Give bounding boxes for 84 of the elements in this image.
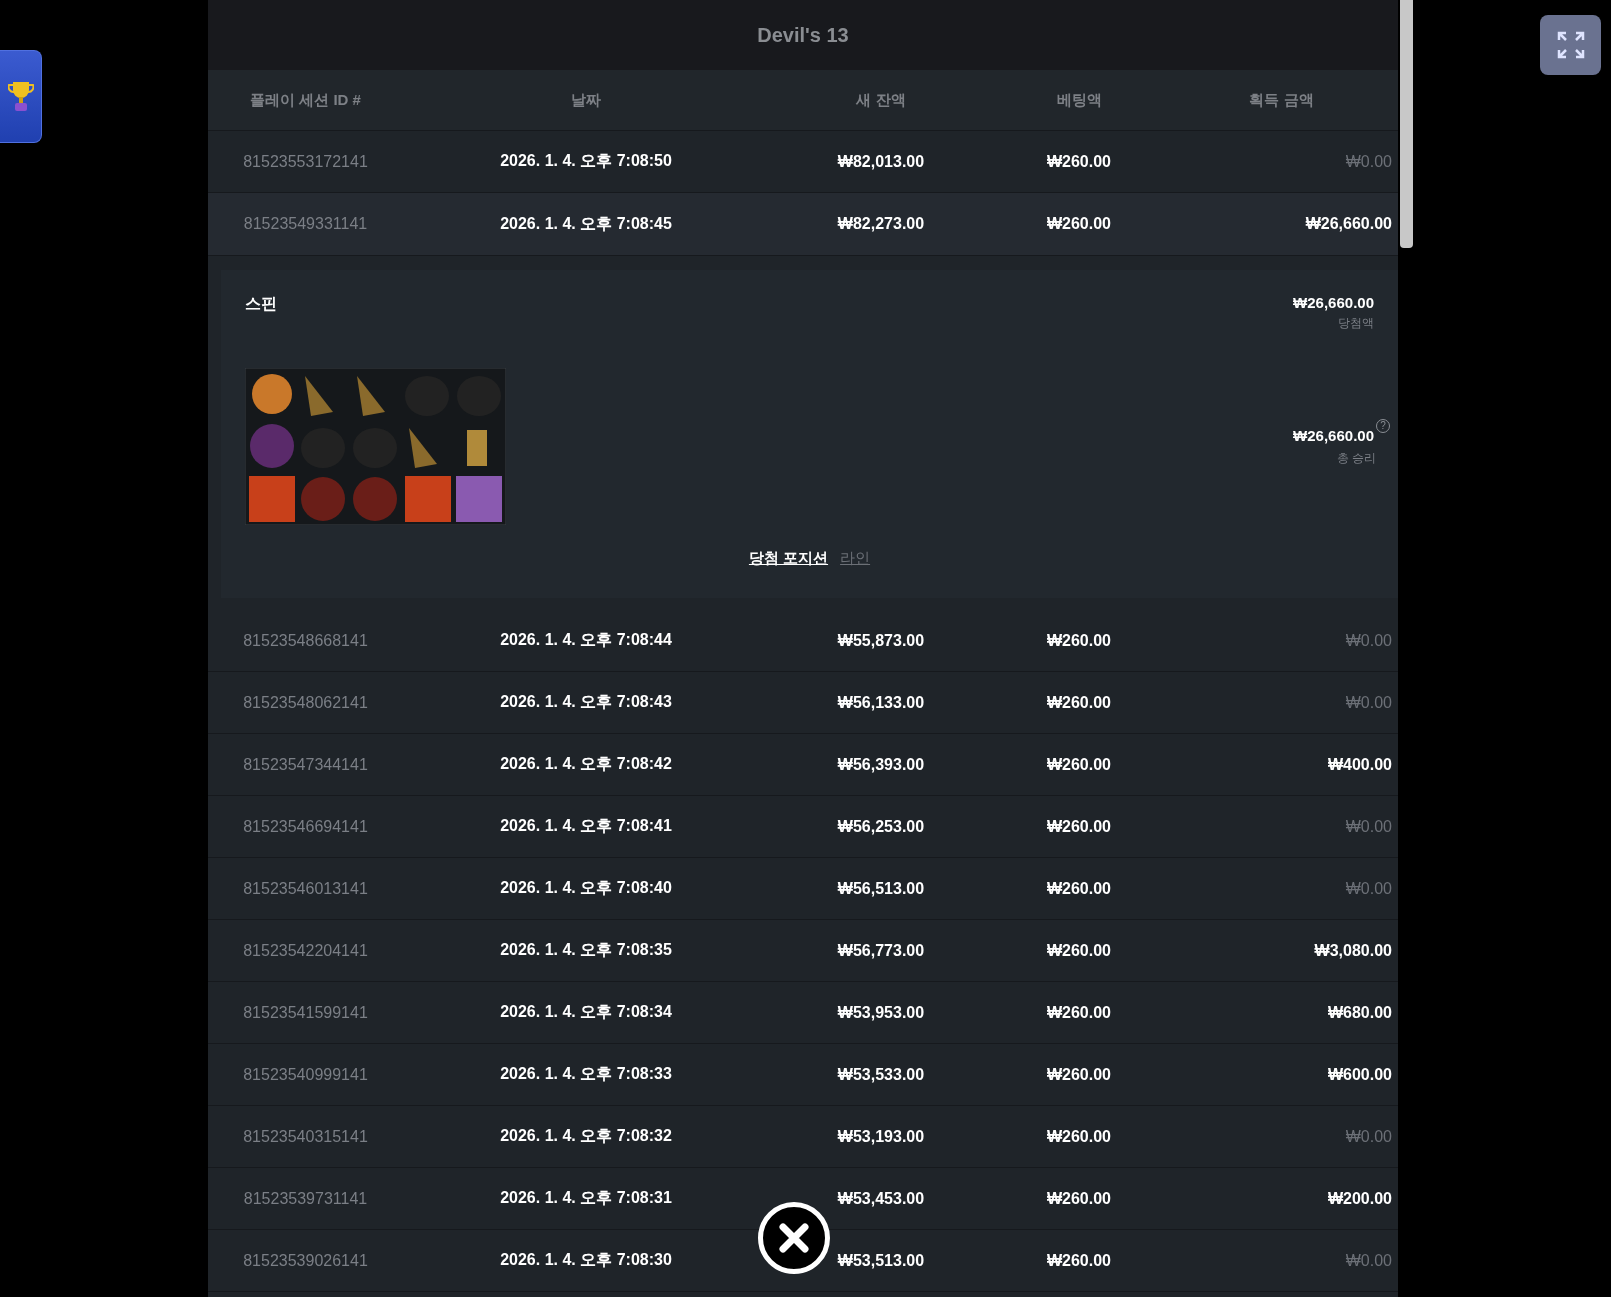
win-cell: ₩0.00	[1345, 631, 1392, 649]
window-title: Devil's 13	[757, 23, 849, 47]
session-id: 81523540315141	[243, 1127, 368, 1145]
balance-cell: ₩53,453.00	[837, 1189, 925, 1207]
column-header: 획득 금액	[1248, 90, 1315, 110]
date-cell: 2026. 1. 4. 오후 7:08:34	[500, 1003, 672, 1020]
bet-cell: ₩260.00	[1046, 755, 1111, 773]
close-icon	[779, 1223, 809, 1253]
date-cell: 2026. 1. 4. 오후 7:08:42	[500, 755, 672, 772]
bet-cell: ₩260.00	[1046, 1189, 1111, 1207]
session-id: 81523542204141	[243, 941, 368, 959]
balance-cell: ₩56,773.00	[837, 941, 925, 959]
balance-cell: ₩53,953.00	[837, 1003, 925, 1021]
balance-cell: ₩82,013.00	[837, 152, 925, 170]
balance-cell: ₩56,393.00	[837, 755, 925, 773]
session-id: 81523546013141	[243, 879, 368, 897]
win-cell: ₩680.00	[1327, 1003, 1392, 1021]
view-tab[interactable]: 당첨 포지션	[748, 549, 829, 568]
win-caption: 당첨액	[1338, 315, 1374, 332]
balance-cell: ₩82,273.00	[837, 215, 925, 232]
bet-cell: ₩260.00	[1046, 1127, 1111, 1145]
session-id: 81523548668141	[243, 631, 368, 649]
win-cell: ₩26,660.00	[1305, 215, 1392, 232]
win-cell: ₩0.00	[1345, 879, 1392, 897]
balance-cell: ₩53,193.00	[837, 1127, 925, 1145]
history-row[interactable]: 81523549331141 2026. 1. 4. 오후 7:08:45 ₩82,273.00 ₩260.00 ₩26,660.00	[208, 193, 1398, 256]
column-header: 날짜	[570, 90, 602, 110]
date-cell: 2026. 1. 4. 오후 7:08:40	[500, 879, 672, 896]
win-cell: ₩0.00	[1345, 1127, 1392, 1145]
trophy-button[interactable]	[0, 50, 42, 143]
balance-cell: ₩53,513.00	[837, 1251, 925, 1269]
session-id: 81523549331141	[243, 215, 368, 232]
win-cell: ₩0.00	[1345, 693, 1392, 711]
date-cell: 2026. 1. 4. 오후 7:08:44	[500, 631, 672, 648]
bet-cell: ₩260.00	[1046, 1065, 1111, 1083]
balance-cell: ₩55,873.00	[837, 631, 925, 649]
session-id: 81523553172141	[243, 152, 368, 170]
date-cell: 2026. 1. 4. 오후 7:08:33	[500, 1065, 672, 1082]
bet-cell: ₩260.00	[1046, 879, 1111, 897]
balance-cell: ₩53,533.00	[837, 1065, 925, 1083]
win-cell: ₩3,080.00	[1314, 941, 1392, 959]
balance-cell: ₩56,513.00	[837, 879, 925, 897]
date-cell: 2026. 1. 4. 오후 7:08:35	[500, 941, 672, 958]
column-header: 베팅액	[1055, 90, 1103, 110]
date-cell: 2026. 1. 4. 오후 7:08:32	[500, 1127, 672, 1144]
win-cell: ₩200.00	[1327, 1189, 1392, 1207]
session-id: 81523539731141	[243, 1189, 368, 1207]
column-header: 새 잔액	[855, 90, 907, 110]
date-cell: 2026. 1. 4. 오후 7:08:41	[500, 817, 672, 834]
fullscreen-icon	[1556, 31, 1585, 59]
bet-cell: ₩260.00	[1046, 1251, 1111, 1269]
date-cell: 2026. 1. 4. 오후 7:08:30	[500, 1251, 672, 1268]
balance-cell: ₩56,253.00	[837, 817, 925, 835]
fullscreen-button[interactable]	[1540, 15, 1601, 75]
win-cell: ₩0.00	[1345, 1251, 1392, 1269]
trophy-icon	[7, 79, 34, 114]
bet-cell: ₩260.00	[1046, 941, 1111, 959]
date-cell: 2026. 1. 4. 오후 7:08:31	[500, 1189, 672, 1206]
date-cell: 2026. 1. 4. 오후 7:08:45	[500, 214, 672, 232]
date-cell: 2026. 1. 4. 오후 7:08:43	[500, 693, 672, 710]
session-id: 81523547344141	[243, 755, 368, 773]
total-win-amount: ₩26,660.00	[1293, 426, 1374, 444]
win-cell: ₩600.00	[1327, 1065, 1392, 1083]
session-id: 81523546694141	[243, 817, 368, 835]
bet-cell: ₩260.00	[1046, 631, 1111, 649]
win-cell: ₩0.00	[1345, 152, 1392, 170]
bet-cell: ₩260.00	[1046, 152, 1111, 170]
bet-cell: ₩260.00	[1046, 215, 1111, 232]
bet-cell: ₩260.00	[1046, 1003, 1111, 1021]
session-id: 81523539026141	[243, 1251, 368, 1269]
date-cell: 2026. 1. 4. 오후 7:08:50	[500, 152, 672, 169]
session-id: 81523541599141	[243, 1003, 368, 1021]
win-amount: ₩26,660.00	[1293, 294, 1374, 311]
bet-cell: ₩260.00	[1046, 817, 1111, 835]
win-cell: ₩0.00	[1345, 817, 1392, 835]
win-cell: ₩400.00	[1327, 755, 1392, 773]
bet-cell: ₩260.00	[1046, 693, 1111, 711]
scrollbar-thumb[interactable]	[1400, 0, 1413, 248]
session-id: 81523540999141	[243, 1065, 368, 1083]
balance-cell: ₩56,133.00	[837, 693, 925, 711]
spin-label: 스핀	[245, 294, 277, 314]
column-header: 플레이 세션 ID #	[249, 90, 362, 110]
total-win-caption: 총 승리	[1336, 449, 1376, 467]
session-id: 81523548062141	[243, 693, 368, 711]
